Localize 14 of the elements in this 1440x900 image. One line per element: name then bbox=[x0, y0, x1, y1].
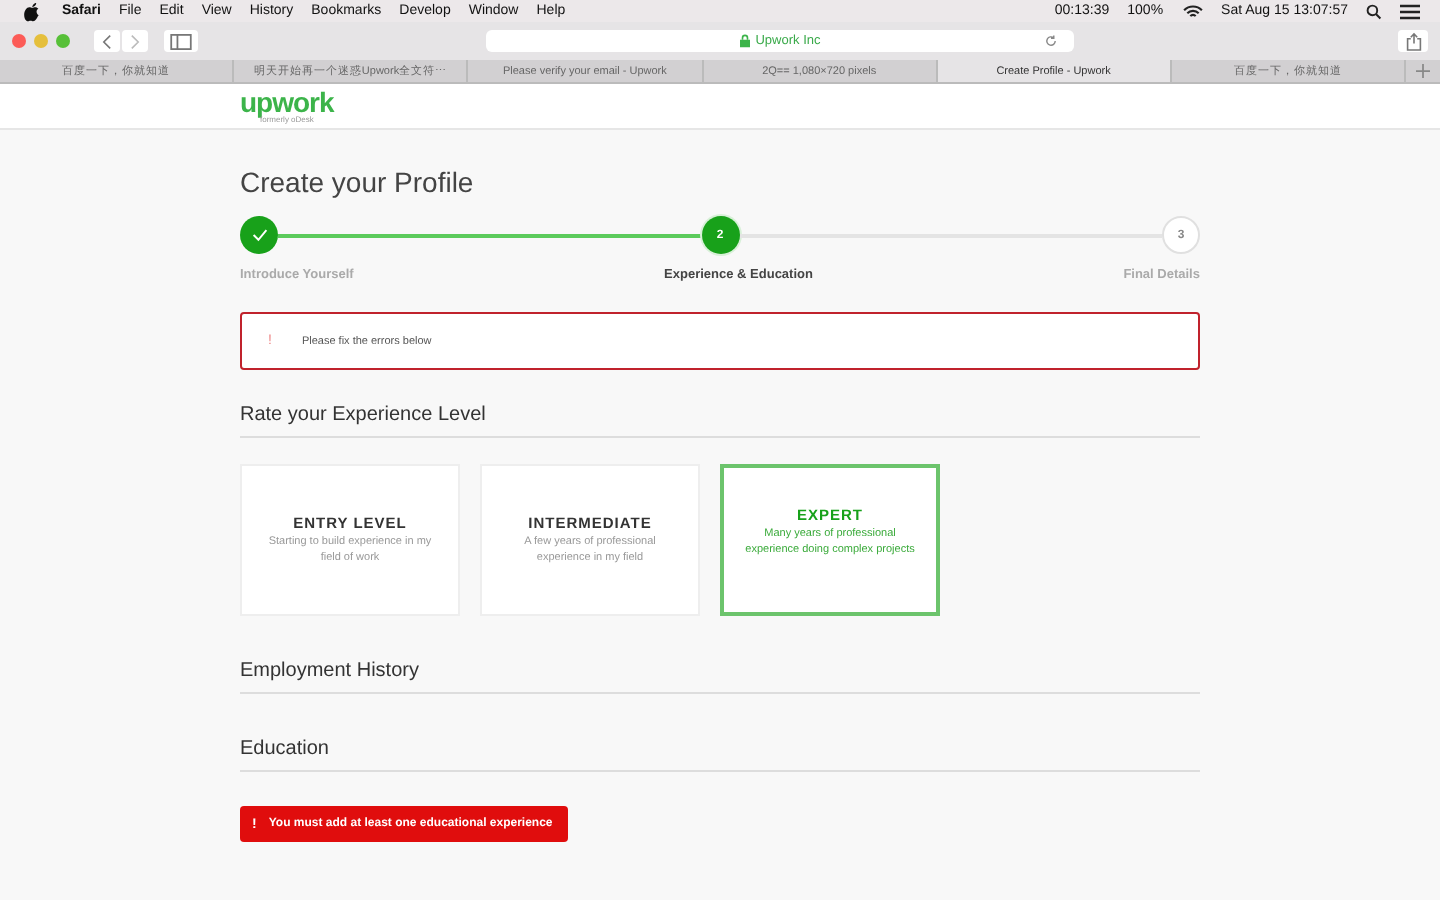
apple-icon[interactable] bbox=[24, 1, 40, 21]
section-heading: Employment History bbox=[240, 660, 1200, 694]
new-tab-icon[interactable] bbox=[1416, 64, 1431, 78]
menu-list-icon[interactable] bbox=[1400, 3, 1420, 19]
chevron-left-icon[interactable] bbox=[102, 33, 112, 49]
section-heading: Rate your Experience Level bbox=[240, 404, 1200, 438]
page-title: Create your Profile bbox=[240, 166, 476, 198]
close-window-button[interactable] bbox=[12, 34, 26, 48]
share-button[interactable] bbox=[1398, 30, 1428, 52]
sidebar-button[interactable] bbox=[164, 30, 198, 52]
wifi-icon[interactable] bbox=[1181, 3, 1204, 19]
search-icon[interactable] bbox=[1366, 3, 1382, 19]
back-button[interactable] bbox=[94, 30, 120, 52]
section-heading: Education bbox=[240, 738, 1200, 772]
